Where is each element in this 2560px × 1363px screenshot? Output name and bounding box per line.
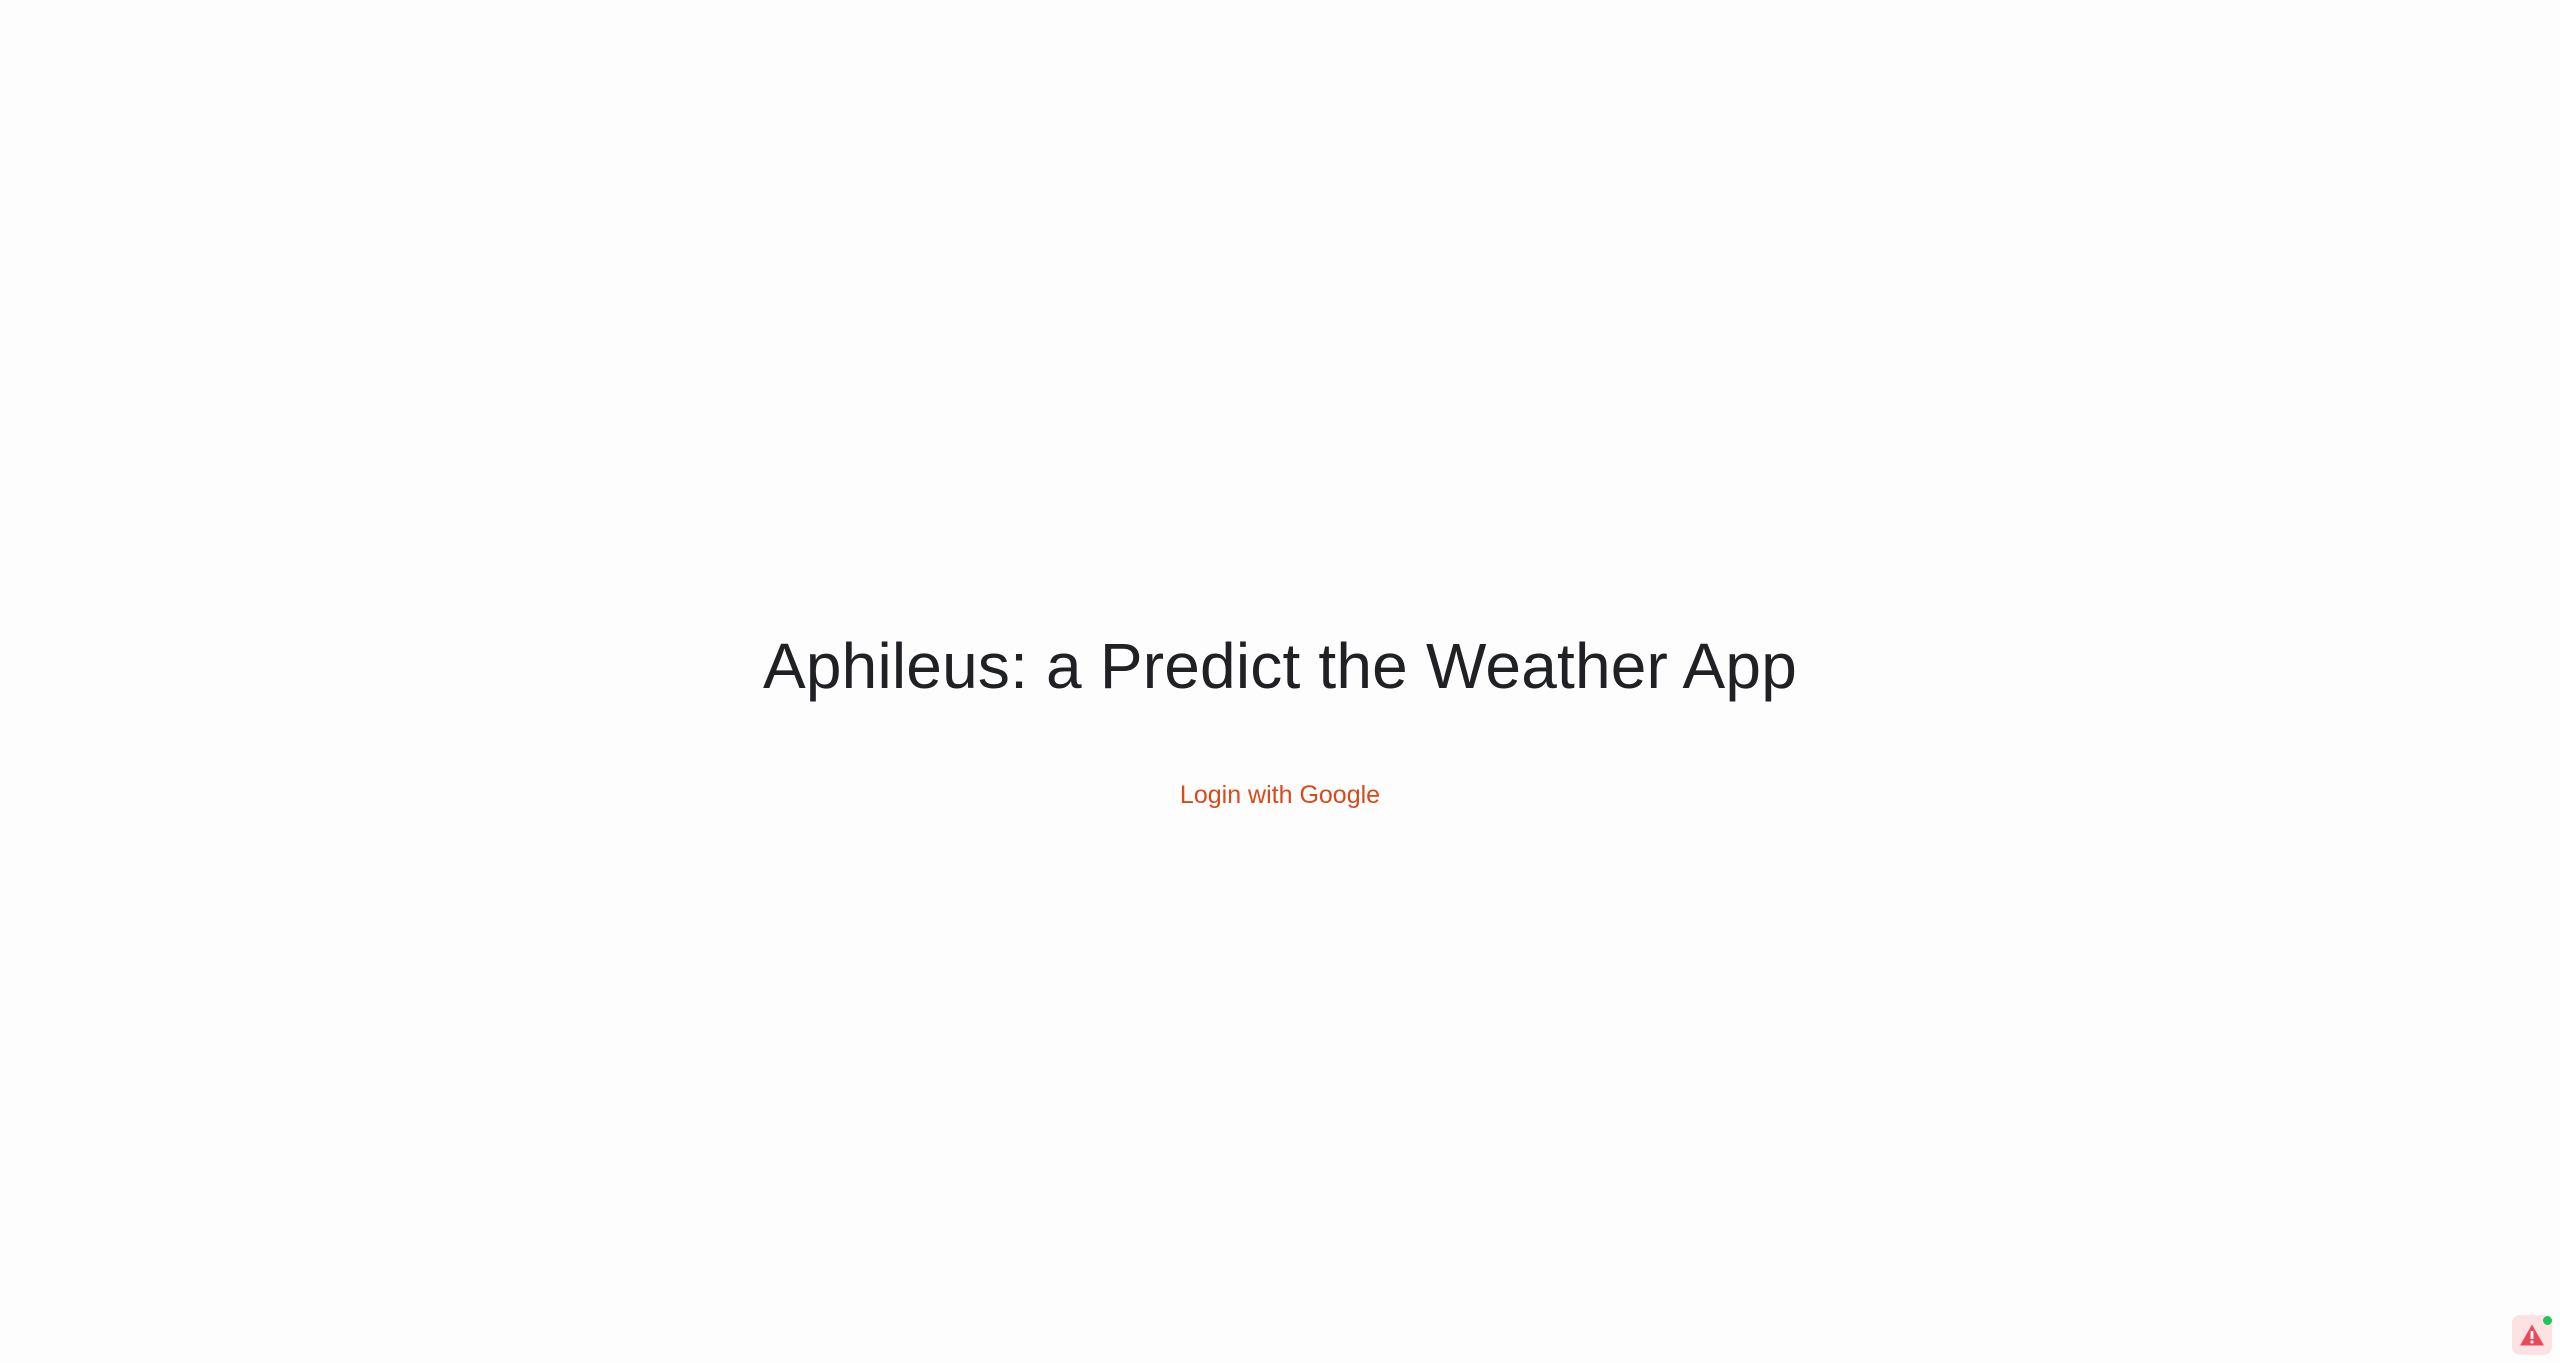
login-panel: Aphileus: a Predict the Weather App Logi…	[0, 620, 2560, 812]
status-dot	[2543, 1316, 2552, 1325]
login-page: Aphileus: a Predict the Weather App Logi…	[0, 0, 2560, 1363]
login-with-google-link[interactable]: Login with Google	[1180, 778, 1380, 812]
warning-triangle-icon	[2520, 1324, 2544, 1346]
page-title: Aphileus: a Predict the Weather App	[763, 630, 1797, 702]
